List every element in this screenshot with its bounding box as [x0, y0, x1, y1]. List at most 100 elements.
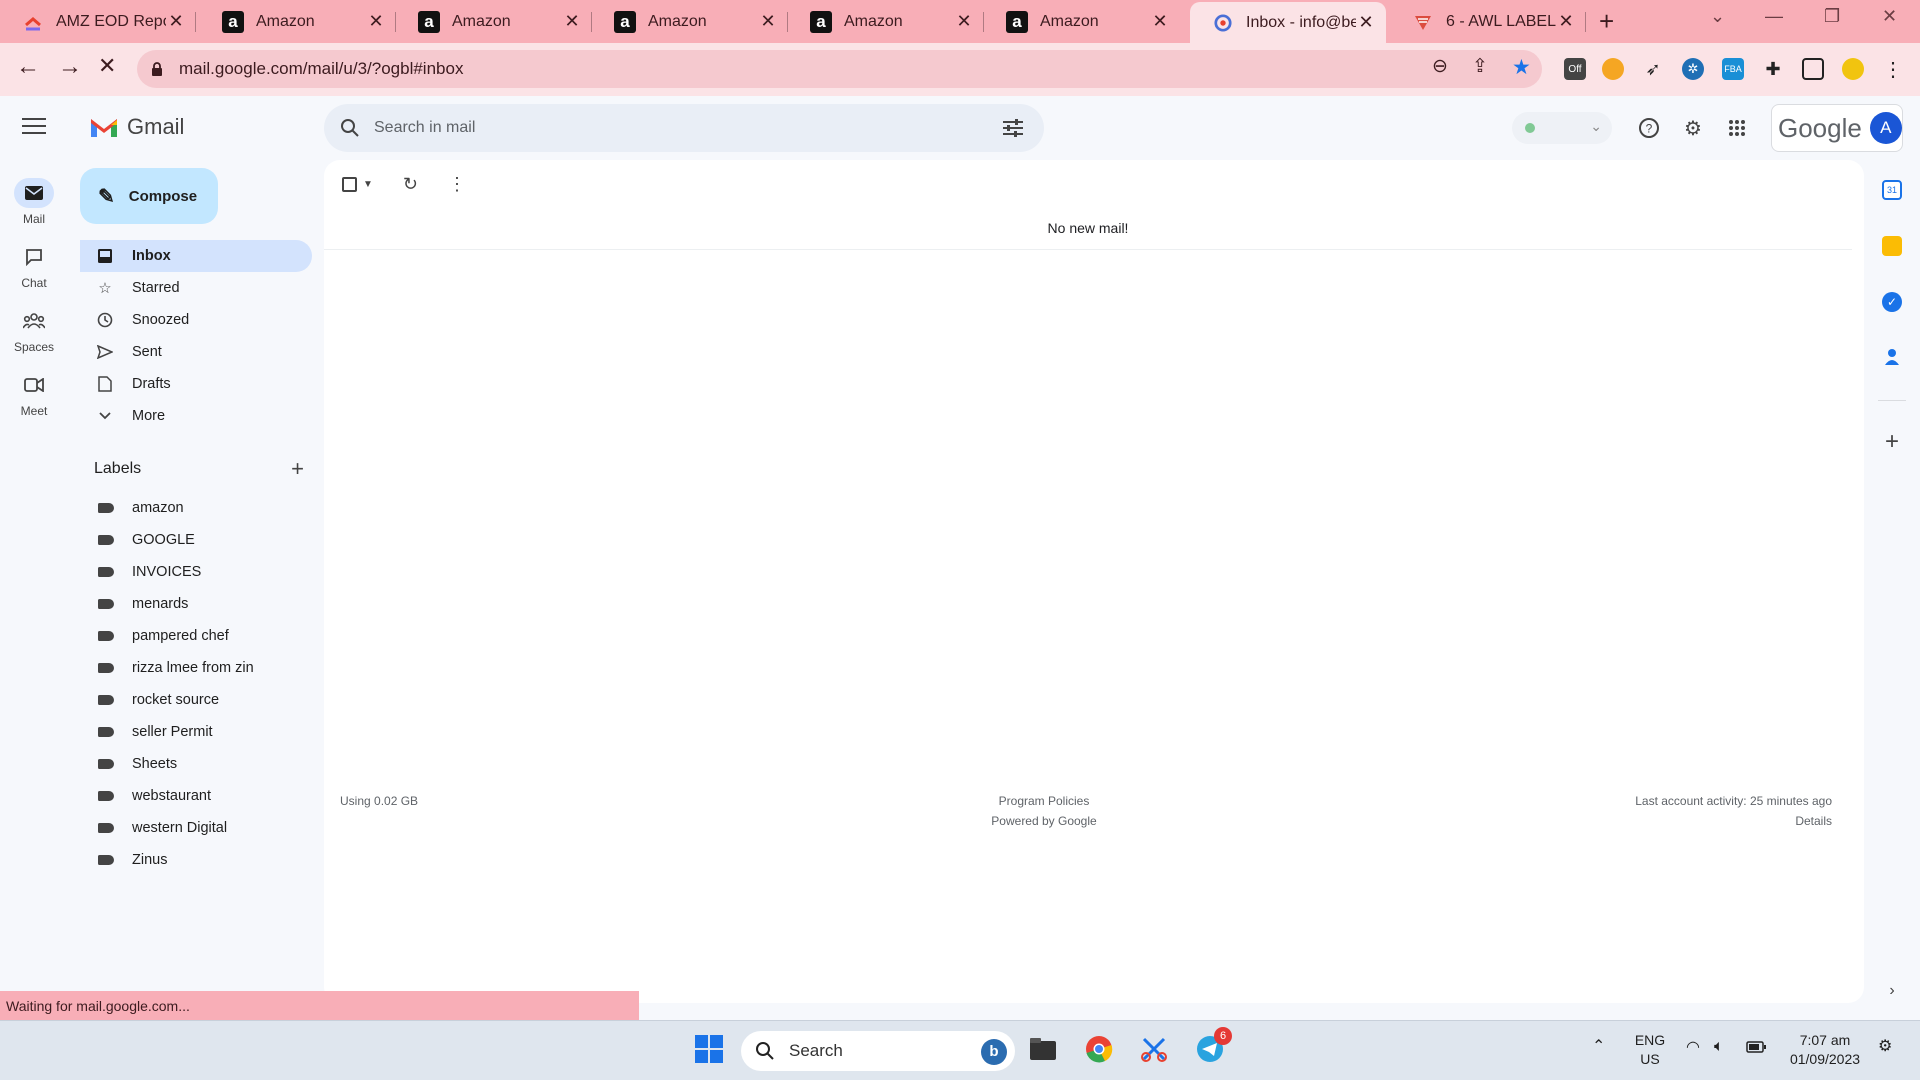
tab-close-icon[interactable]: ✕ — [1356, 12, 1376, 33]
nav-item-snoozed[interactable]: Snoozed — [80, 304, 312, 336]
search-input[interactable] — [374, 119, 974, 137]
browser-tab[interactable]: a Amazon ✕ — [592, 0, 788, 43]
tab-search-chevron-icon[interactable]: ⌄ — [1710, 6, 1725, 27]
zoom-icon[interactable]: ⊖ — [1432, 55, 1448, 78]
label-item[interactable]: menards — [80, 588, 312, 620]
chrome-icon[interactable] — [1083, 1033, 1115, 1065]
program-policies-link[interactable]: Program Policies — [924, 791, 1164, 811]
tab-close-icon[interactable]: ✕ — [166, 11, 186, 32]
extension-gear-icon[interactable]: ✲ — [1682, 58, 1704, 80]
snipping-tool-icon[interactable] — [1138, 1033, 1170, 1065]
label-item[interactable]: rocket source — [80, 684, 312, 716]
status-indicator[interactable]: ⌄ — [1512, 112, 1612, 144]
label-item[interactable]: INVOICES — [80, 556, 312, 588]
label-item[interactable]: western Digital — [80, 812, 312, 844]
search-icon[interactable] — [340, 118, 360, 138]
address-bar[interactable]: mail.google.com/mail/u/3/?ogbl#inbox — [137, 50, 1542, 88]
settings-gear-icon[interactable]: ⚙ — [1681, 116, 1705, 140]
language-indicator[interactable]: ENG US — [1630, 1031, 1670, 1069]
more-options-icon[interactable]: ⋮ — [448, 174, 466, 195]
add-addon-icon[interactable]: + — [1882, 430, 1902, 454]
rail-item-chat[interactable]: Chat — [0, 242, 68, 290]
bing-icon[interactable]: b — [981, 1039, 1007, 1065]
volume-icon[interactable]: 🔈︎ — [1714, 1037, 1724, 1056]
nav-item-more[interactable]: More — [80, 400, 312, 432]
telegram-icon[interactable]: 6 — [1194, 1027, 1232, 1065]
minimize-icon[interactable]: — — [1765, 6, 1783, 27]
draft-icon — [96, 375, 114, 393]
label-item[interactable]: rizza lmee from zin — [80, 652, 312, 684]
notification-bell-icon[interactable]: ⚙ — [1878, 1037, 1892, 1056]
tasks-icon[interactable]: ✓ — [1882, 292, 1902, 312]
rail-item-mail[interactable]: Mail — [0, 178, 68, 226]
forward-icon[interactable]: → — [58, 53, 82, 81]
browser-tab[interactable]: a Amazon ✕ — [788, 0, 984, 43]
compose-button[interactable]: ✎ Compose — [80, 168, 218, 224]
label-item[interactable]: pampered chef — [80, 620, 312, 652]
storage-usage[interactable]: Using 0.02 GB — [340, 791, 418, 811]
browser-tab[interactable]: a Amazon ✕ — [200, 0, 396, 43]
tray-overflow-icon[interactable]: ⌃ — [1592, 1037, 1605, 1056]
browser-tab[interactable]: AMZ EOD Report ✕ — [0, 0, 196, 43]
tab-close-icon[interactable]: ✕ — [954, 11, 974, 32]
tab-close-icon[interactable]: ✕ — [758, 11, 778, 32]
nav-item-inbox[interactable]: Inbox — [80, 240, 312, 272]
extension-fba-icon[interactable]: FBA — [1722, 58, 1744, 80]
apps-grid-icon[interactable] — [1725, 116, 1749, 140]
bookmark-star-icon[interactable]: ★ — [1512, 55, 1531, 80]
details-link[interactable]: Details — [1635, 811, 1832, 831]
extension-off-icon[interactable]: Off — [1564, 58, 1586, 80]
restore-icon[interactable]: ❐ — [1824, 6, 1840, 27]
browser-tab-active[interactable]: Inbox - info@bes ✕ — [1190, 2, 1386, 43]
nav-item-drafts[interactable]: Drafts — [80, 368, 312, 400]
gmail-logo[interactable]: Gmail — [89, 114, 184, 140]
label-item[interactable]: Sheets — [80, 748, 312, 780]
help-icon[interactable]: ? — [1637, 116, 1661, 140]
browser-tab[interactable]: a Amazon ✕ — [984, 0, 1180, 43]
account-button[interactable]: Google A — [1771, 104, 1903, 152]
file-explorer-icon[interactable] — [1027, 1033, 1059, 1065]
profile-icon[interactable] — [1842, 58, 1864, 80]
extension-circle-icon[interactable] — [1602, 58, 1624, 80]
tab-close-icon[interactable]: ✕ — [562, 11, 582, 32]
label-item[interactable]: amazon — [80, 492, 312, 524]
search-bar[interactable] — [324, 104, 1044, 152]
browser-menu-icon[interactable]: ⋮ — [1882, 58, 1904, 81]
browser-tab[interactable]: 6 - AWL LABEL ✕ — [1390, 0, 1586, 43]
clock[interactable]: 7:07 am 01/09/2023 — [1782, 1031, 1868, 1069]
select-dropdown-icon[interactable]: ▼ — [363, 179, 373, 190]
extension-arrow-icon[interactable]: ➶ — [1642, 58, 1664, 80]
tab-close-icon[interactable]: ✕ — [1556, 11, 1576, 32]
stop-loading-icon[interactable]: ✕ — [98, 53, 116, 79]
label-item[interactable]: webstaurant — [80, 780, 312, 812]
keep-icon[interactable] — [1882, 236, 1902, 256]
new-tab-icon[interactable]: + — [1599, 6, 1614, 37]
calendar-icon[interactable]: 31 — [1882, 180, 1902, 200]
nav-item-sent[interactable]: Sent — [80, 336, 312, 368]
contacts-icon[interactable] — [1882, 346, 1902, 366]
side-panel-icon[interactable] — [1802, 58, 1824, 80]
label-item[interactable]: Zinus — [80, 844, 312, 876]
add-label-icon[interactable]: + — [291, 456, 304, 482]
tab-close-icon[interactable]: ✕ — [366, 11, 386, 32]
expand-panel-icon[interactable]: › — [1882, 982, 1902, 1002]
refresh-icon[interactable]: ↻ — [403, 174, 418, 195]
search-options-icon[interactable] — [1002, 118, 1024, 138]
battery-icon[interactable] — [1746, 1039, 1766, 1058]
back-icon[interactable]: ← — [16, 53, 40, 81]
rail-item-spaces[interactable]: Spaces — [0, 306, 68, 354]
label-item[interactable]: seller Permit — [80, 716, 312, 748]
chevron-down-icon: ⌄ — [1590, 118, 1602, 134]
label-item[interactable]: GOOGLE — [80, 524, 312, 556]
browser-tab[interactable]: a Amazon ✕ — [396, 0, 592, 43]
share-icon[interactable]: ⇪ — [1472, 55, 1488, 78]
puzzle-icon[interactable]: ✚ — [1762, 58, 1784, 80]
tab-close-icon[interactable]: ✕ — [1150, 11, 1170, 32]
taskbar-search[interactable]: Search b — [741, 1031, 1015, 1071]
nav-item-starred[interactable]: ☆ Starred — [80, 272, 312, 304]
select-all-checkbox[interactable] — [342, 177, 357, 192]
windows-start-icon[interactable] — [693, 1033, 725, 1065]
rail-item-meet[interactable]: Meet — [0, 370, 68, 418]
close-window-icon[interactable]: ✕ — [1882, 6, 1897, 27]
wifi-icon[interactable]: ◠ — [1686, 1038, 1700, 1057]
